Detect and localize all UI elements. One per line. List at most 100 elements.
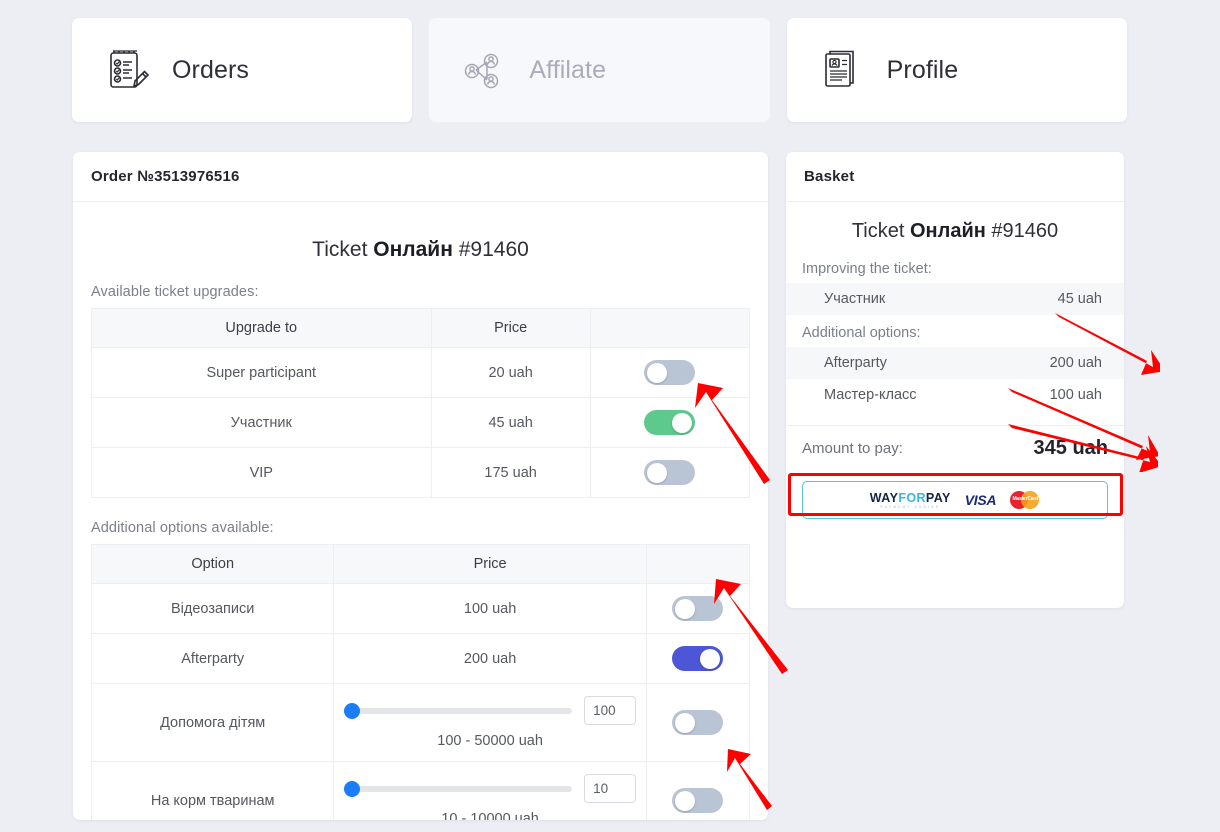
donation-animals-amount-input[interactable]: 10 — [584, 774, 637, 803]
option-toggle-cell — [645, 633, 751, 684]
id-document-icon — [817, 44, 869, 96]
options-col-price: Price — [333, 544, 647, 584]
mastercard-label: MasterCard — [1012, 496, 1038, 502]
options-col-toggle — [645, 544, 751, 584]
option-name: Afterparty — [90, 633, 335, 684]
basket-additional-name: Afterparty — [824, 355, 887, 371]
order-ticket-name: Онлайн — [373, 238, 453, 261]
order-body: Ticket Онлайн #91460 Available ticket up… — [73, 202, 768, 820]
basket-header: Basket — [786, 152, 1124, 202]
upgrades-col-price: Price — [430, 308, 591, 348]
table-row: Допомога дітям 100 100 - 50000 uah — [90, 683, 751, 762]
table-row: VIP 175 uah — [91, 447, 751, 498]
options-header-row: Option Price — [90, 544, 751, 584]
options-table: Option Price Відеозаписи 100 uah Afterpa… — [90, 544, 751, 820]
upgrade-toggle-vip[interactable] — [644, 460, 696, 485]
clipboard-checklist-icon — [102, 44, 154, 96]
upgrade-toggle-super-participant[interactable] — [644, 360, 696, 385]
upgrades-col-toggle — [589, 308, 751, 348]
amount-to-pay-label: Amount to pay: — [802, 440, 903, 457]
order-header: Order №3513976516 — [73, 152, 768, 202]
tab-orders[interactable]: Orders — [72, 18, 413, 122]
option-toggle-videozapysy[interactable] — [672, 596, 724, 621]
list-item: Участник 45 uah — [786, 283, 1124, 315]
basket-ticket-number: #91460 — [991, 220, 1059, 242]
option-toggle-donation-animals[interactable] — [672, 788, 724, 813]
order-card: Order №3513976516 Ticket Онлайн #91460 A… — [73, 152, 768, 820]
wayforpay-pay: PAY — [925, 491, 951, 505]
donation-children-amount-input[interactable]: 100 — [584, 696, 637, 725]
upgrade-name: VIP — [91, 447, 432, 498]
options-label: Additional options available: — [91, 520, 274, 536]
donation-children-range-hint: 100 - 50000 uah — [437, 733, 543, 749]
order-ticket-number: #91460 — [458, 238, 529, 261]
order-ticket-prefix: Ticket — [312, 238, 368, 261]
option-slider-cell: 10 10 - 10000 uah — [333, 761, 647, 820]
basket-ticket-prefix: Ticket — [851, 220, 905, 242]
basket-additional-label: Additional options: — [802, 325, 921, 341]
mastercard-logo: MasterCard — [1010, 491, 1040, 509]
option-toggle-cell — [645, 683, 751, 762]
tab-profile-label: Profile — [886, 55, 959, 84]
top-tab-bar: Orders Affilate Profile — [72, 18, 1127, 122]
list-item: Мастер-класс 100 uah — [786, 379, 1124, 411]
option-price: 100 uah — [333, 583, 647, 634]
basket-additional-name: Мастер-класс — [824, 387, 917, 403]
option-toggle-cell — [645, 583, 751, 634]
donation-children-slider-wrap: 100 — [340, 696, 639, 725]
option-name: Допомога дітям — [90, 683, 335, 762]
tab-affilate[interactable]: Affilate — [429, 18, 770, 122]
table-row: Участник 45 uah — [91, 397, 751, 448]
page-root: Orders Affilate Profile Order №351397651… — [0, 0, 1220, 832]
tab-affilate-label: Affilate — [529, 55, 607, 84]
option-price: 200 uah — [333, 633, 647, 684]
upgrades-col-name: Upgrade to — [91, 308, 432, 348]
basket-improving-label: Improving the ticket: — [802, 261, 932, 277]
order-ticket-title: Ticket Онлайн #91460 — [91, 238, 750, 262]
option-toggle-cell — [645, 761, 751, 820]
amount-to-pay-row: Amount to pay: 345 uah — [786, 425, 1124, 471]
table-row: Afterparty 200 uah — [90, 633, 751, 684]
option-toggle-afterparty[interactable] — [672, 646, 724, 671]
basket-card: Basket Ticket Онлайн #91460 Improving th… — [786, 152, 1124, 608]
donation-animals-slider-wrap: 10 — [340, 774, 639, 803]
upgrades-table: Upgrade to Price Super participant 20 ua… — [91, 308, 751, 498]
pay-button[interactable]: WAY FOR PAY PAYMENT ENGINE VISA MasterCa… — [802, 481, 1108, 519]
upgrade-toggle-cell — [589, 397, 751, 448]
amount-to-pay-value: 345 uah — [1033, 437, 1108, 459]
option-name: На корм тваринам — [90, 761, 335, 820]
wayforpay-way: WAY — [869, 491, 899, 505]
option-name: Відеозаписи — [90, 583, 335, 634]
basket-ticket-title: Ticket Онлайн #91460 — [786, 220, 1124, 243]
wayforpay-for: FOR — [898, 491, 926, 505]
upgrades-header-row: Upgrade to Price — [91, 308, 751, 348]
option-toggle-donation-children[interactable] — [672, 710, 724, 735]
upgrade-toggle-uchastnik[interactable] — [644, 410, 696, 435]
wayforpay-tagline: PAYMENT ENGINE — [880, 505, 941, 509]
donation-animals-slider[interactable] — [344, 780, 573, 797]
upgrade-price: 45 uah — [430, 397, 591, 448]
tab-profile[interactable]: Profile — [786, 18, 1127, 122]
basket-ticket-name: Онлайн — [910, 220, 986, 242]
upgrade-name: Участник — [91, 397, 432, 448]
basket-improving-price: 45 uah — [1057, 291, 1102, 307]
basket-additional-price: 100 uah — [1049, 387, 1102, 403]
options-col-name: Option — [90, 544, 335, 584]
upgrade-toggle-cell — [589, 347, 751, 398]
basket-improving-name: Участник — [824, 291, 886, 307]
upgrade-price: 20 uah — [430, 347, 591, 398]
tab-orders-label: Orders — [172, 55, 250, 84]
table-row: Super participant 20 uah — [91, 347, 751, 398]
network-users-icon — [459, 44, 511, 96]
list-item: Afterparty 200 uah — [786, 347, 1124, 379]
upgrade-toggle-cell — [589, 447, 751, 498]
option-slider-cell: 100 100 - 50000 uah — [333, 683, 647, 762]
basket-additional-price: 200 uah — [1049, 355, 1102, 371]
donation-children-slider[interactable] — [344, 702, 573, 719]
upgrades-label: Available ticket upgrades: — [91, 284, 259, 300]
table-row: На корм тваринам 10 10 - 10000 uah — [90, 761, 751, 820]
upgrade-price: 175 uah — [430, 447, 591, 498]
visa-logo: VISA — [964, 492, 997, 508]
table-row: Відеозаписи 100 uah — [90, 583, 751, 634]
upgrade-name: Super participant — [91, 347, 432, 398]
